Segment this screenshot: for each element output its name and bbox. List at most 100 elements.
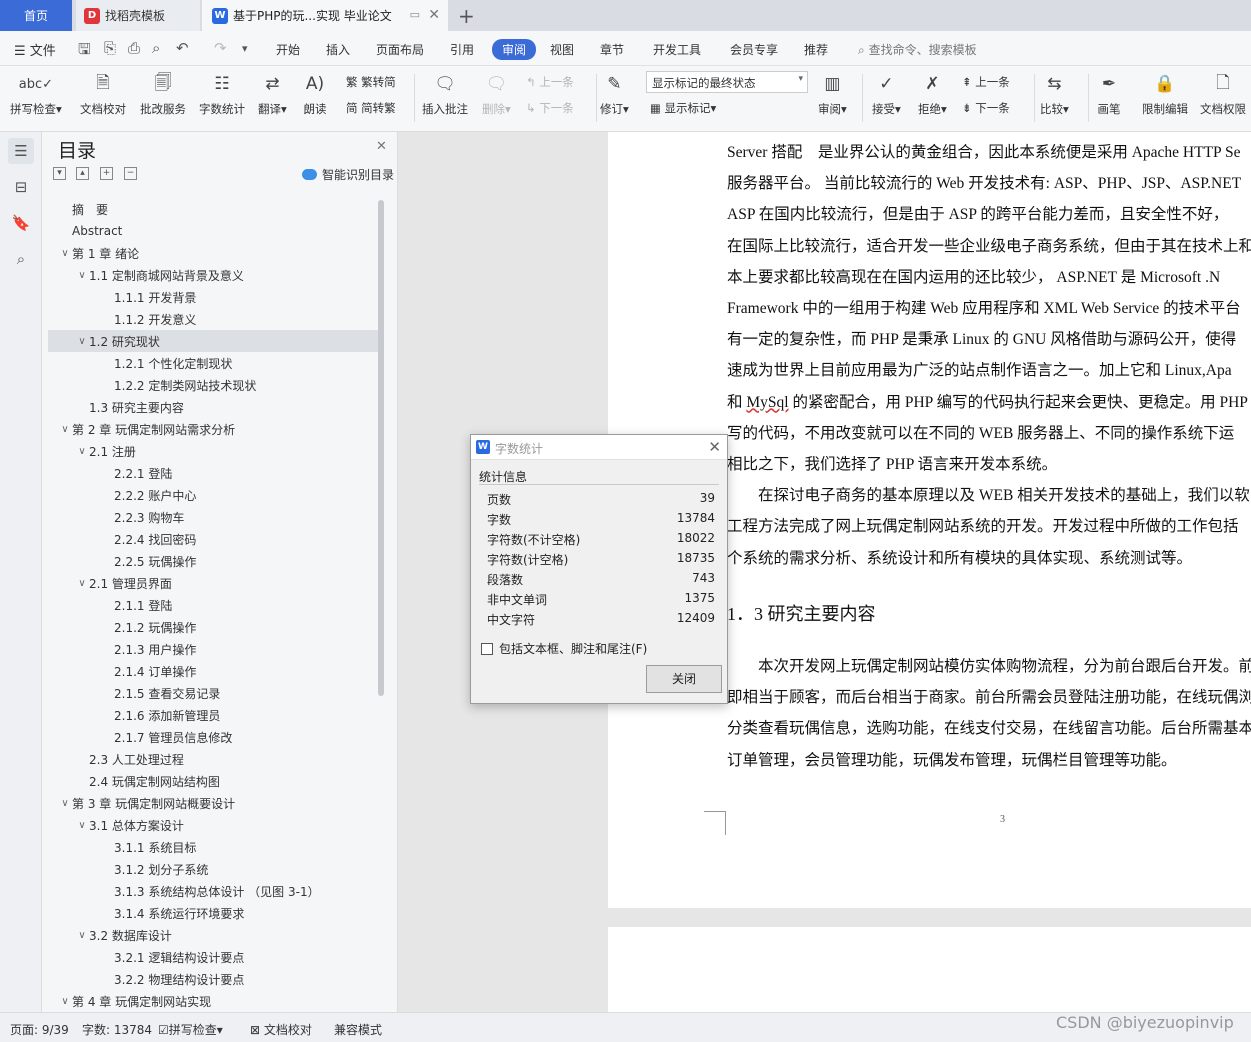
toc-item[interactable]: ∨ 2.1 注册 <box>48 440 380 462</box>
toc-item[interactable]: ∨ 1.1 定制商城网站背景及意义 <box>48 264 380 286</box>
toc-item[interactable]: 3.1.1 系统目标 <box>48 836 380 858</box>
spell-check-status[interactable]: ☑拼写检查▾ <box>158 1021 223 1038</box>
insert-comment-button[interactable]: 🗨 插入批注 <box>422 70 468 117</box>
command-search[interactable]: ⌕ 查找命令、搜索模板 <box>858 41 977 58</box>
chapter-nav-icon[interactable]: ⊟ <box>8 174 34 200</box>
toc-item[interactable]: ∨ 1.2 研究现状 <box>48 330 380 352</box>
toc-item[interactable]: 2.1.3 用户操作 <box>48 638 380 660</box>
collapse-all-icon[interactable]: ▾ <box>53 167 66 180</box>
toc-item[interactable]: ∨ 第 1 章 绪论 <box>48 242 380 264</box>
menu-tab-1[interactable]: 插入 <box>326 41 350 58</box>
menu-tab-0[interactable]: 开始 <box>276 41 300 58</box>
toc-item[interactable]: Abstract <box>48 220 380 242</box>
word-count-indicator[interactable]: 字数: 13784 <box>82 1021 152 1038</box>
menu-tab-4[interactable]: 审阅 <box>492 39 537 60</box>
doc-proof-button[interactable]: 🗎 文档校对 <box>80 70 126 117</box>
close-icon[interactable]: ✕ <box>708 438 721 456</box>
batch-service-button[interactable]: 🗐 批改服务 <box>140 70 186 117</box>
prev-change-button[interactable]: ⇞ 上一条 <box>962 74 1010 90</box>
chevron-down-icon[interactable]: ∨ <box>75 578 89 589</box>
next-change-button[interactable]: ⇟ 下一条 <box>962 100 1010 116</box>
print-icon[interactable]: ⎙ <box>128 39 140 57</box>
menu-tab-3[interactable]: 引用 <box>450 41 474 58</box>
toc-item[interactable]: 1.1.2 开发意义 <box>48 308 380 330</box>
dialog-titlebar[interactable]: W 字数统计 ✕ <box>471 435 727 460</box>
toc-scrollbar[interactable] <box>378 200 384 696</box>
expand-all-icon[interactable]: ▴ <box>76 167 89 180</box>
search-icon[interactable]: ⌕ <box>8 246 34 272</box>
toc-item[interactable]: 2.1.7 管理员信息修改 <box>48 726 380 748</box>
track-changes-button[interactable]: ✎ 修订▾ <box>600 70 629 117</box>
toc-item[interactable]: 3.2.2 物理结构设计要点 <box>48 968 380 990</box>
remove-heading-icon[interactable]: − <box>124 167 137 180</box>
menu-tab-5[interactable]: 视图 <box>550 41 574 58</box>
page-indicator[interactable]: 页面: 9/39 <box>10 1021 69 1038</box>
chevron-down-icon[interactable]: ∨ <box>75 446 89 457</box>
toc-item[interactable]: ∨ 3.1 总体方案设计 <box>48 814 380 836</box>
redo-icon[interactable]: ↷ <box>214 39 227 57</box>
chevron-down-icon[interactable]: ∨ <box>75 336 89 347</box>
prev-comment-button[interactable]: ↰ 上一条 <box>526 74 574 90</box>
new-tab-icon[interactable]: + <box>458 4 475 28</box>
toc-item[interactable]: 3.1.2 划分子系统 <box>48 858 380 880</box>
toc-item[interactable]: ∨ 第 3 章 玩偶定制网站概要设计 <box>48 792 380 814</box>
toc-item[interactable]: 2.1.5 查看交易记录 <box>48 682 380 704</box>
chevron-down-icon[interactable]: ∨ <box>58 798 72 809</box>
toc-item[interactable]: 2.4 玩偶定制网站结构图 <box>48 770 380 792</box>
bookmark-icon[interactable]: 🔖 <box>8 210 34 236</box>
menu-tab-9[interactable]: 推荐 <box>804 41 828 58</box>
tab-home[interactable]: 首页 <box>0 0 72 31</box>
word-count-button[interactable]: ☷ 字数统计 <box>199 70 245 117</box>
toc-item[interactable]: 3.2.1 逻辑结构设计要点 <box>48 946 380 968</box>
export-pdf-icon[interactable]: ⎘ <box>104 39 116 57</box>
simp-to-trad-button[interactable]: 简 简转繁 <box>346 100 396 116</box>
menu-tab-6[interactable]: 章节 <box>600 41 624 58</box>
doc-permission-button[interactable]: 🗋 文档权限 <box>1200 70 1246 117</box>
compare-button[interactable]: ⇆ 比较▾ <box>1040 70 1069 117</box>
save-icon[interactable]: 🖫 <box>78 39 91 64</box>
toc-item[interactable]: ∨ 3.2 数据库设计 <box>48 924 380 946</box>
show-markup-button[interactable]: ▦ 显示标记▾ <box>650 100 716 116</box>
reject-button[interactable]: ✗ 拒绝▾ <box>918 70 947 117</box>
tab-close-icon[interactable]: ✕ <box>428 7 440 23</box>
menu-tab-7[interactable]: 开发工具 <box>653 41 701 58</box>
review-pane-button[interactable]: ▥ 审阅▾ <box>818 70 847 117</box>
restrict-edit-button[interactable]: 🔒 限制编辑 <box>1142 70 1188 117</box>
chevron-down-icon[interactable]: ∨ <box>75 930 89 941</box>
toc-item[interactable]: 2.2.1 登陆 <box>48 462 380 484</box>
menu-tab-8[interactable]: 会员专享 <box>730 41 778 58</box>
menu-tab-2[interactable]: 页面布局 <box>376 41 424 58</box>
tab-templates[interactable]: D 找稻壳模板 <box>76 0 200 31</box>
file-menu[interactable]: ☰ 文件 <box>14 40 56 59</box>
toc-item[interactable]: ∨ 第 4 章 玩偶定制网站实现 <box>48 990 380 1012</box>
toc-item[interactable]: ∨ 2.1 管理员界面 <box>48 572 380 594</box>
markup-state-select[interactable]: 显示标记的最终状态 ▾ <box>646 71 808 93</box>
toc-item[interactable]: 1.2.1 个性化定制现状 <box>48 352 380 374</box>
toc-item[interactable]: 2.1.2 玩偶操作 <box>48 616 380 638</box>
read-aloud-button[interactable]: A) 朗读 <box>302 70 328 117</box>
print-preview-icon[interactable]: ⌕ <box>152 39 160 57</box>
toc-item[interactable]: 2.2.3 购物车 <box>48 506 380 528</box>
toc-item[interactable]: 3.1.4 系统运行环境要求 <box>48 902 380 924</box>
tab-document[interactable]: W 基于PHP的玩...实现 毕业论文 ▭ ✕ <box>202 0 448 31</box>
toc-item[interactable]: 2.1.6 添加新管理员 <box>48 704 380 726</box>
toc-item[interactable]: 3.1.3 系统结构总体设计 （见图 3-1） <box>48 880 380 902</box>
toc-item[interactable]: 1.1.1 开发背景 <box>48 286 380 308</box>
add-heading-icon[interactable]: + <box>100 167 113 180</box>
chevron-down-icon[interactable]: ∨ <box>58 996 72 1007</box>
smart-toc-button[interactable]: 智能识别目录 <box>302 166 394 183</box>
chevron-down-icon[interactable]: ∨ <box>58 248 72 259</box>
quick-access-more-icon[interactable]: ▾ <box>242 42 248 55</box>
translate-button[interactable]: ⇄ 翻译▾ <box>258 70 287 117</box>
close-icon[interactable]: ✕ <box>376 139 387 154</box>
delete-comment-button[interactable]: 🗨 删除▾ <box>482 70 511 117</box>
toc-item[interactable]: 2.3 人工处理过程 <box>48 748 380 770</box>
spell-check-button[interactable]: abc✓ 拼写检查▾ <box>10 70 62 117</box>
chevron-down-icon[interactable]: ∨ <box>75 820 89 831</box>
toc-item[interactable]: 2.1.1 登陆 <box>48 594 380 616</box>
tab-pin-icon[interactable]: ▭ <box>410 8 420 21</box>
undo-icon[interactable]: ↶ <box>176 39 189 57</box>
toc-item[interactable]: 摘 要 <box>48 198 380 220</box>
toc-item[interactable]: 2.2.2 账户中心 <box>48 484 380 506</box>
trad-to-simp-button[interactable]: 繁 繁转简 <box>346 74 396 90</box>
